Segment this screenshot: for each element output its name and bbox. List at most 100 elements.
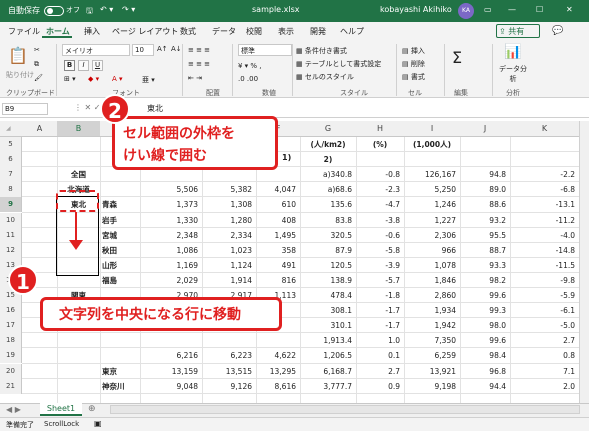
cell-k9[interactable]: -13.1 xyxy=(510,197,575,212)
font-name-select[interactable]: メイリオ xyxy=(62,44,130,56)
cell-h15[interactable]: -1.8 xyxy=(356,288,400,303)
cell-h12[interactable]: -5.8 xyxy=(356,243,400,258)
cell-j19[interactable]: 98.4 xyxy=(460,348,506,363)
format-cells-button[interactable]: ▤ 書式 xyxy=(402,72,425,82)
tab-page-layout[interactable]: ページ レイアウト xyxy=(112,26,178,37)
indent-icon[interactable]: ⇤ ⇥ xyxy=(188,74,202,82)
cell-g20[interactable]: 6,168.7 xyxy=(300,364,352,379)
cell-g13[interactable]: 120.5 xyxy=(300,258,352,273)
tab-view[interactable]: 表示 xyxy=(278,26,294,37)
tab-help[interactable]: ヘルプ xyxy=(340,26,364,37)
cell-h13[interactable]: -3.9 xyxy=(356,258,400,273)
cell-k10[interactable]: -11.2 xyxy=(510,213,575,228)
cell-i14[interactable]: 1,846 xyxy=(404,273,456,288)
cell-e11[interactable]: 2,334 xyxy=(202,228,252,243)
cell-f12[interactable]: 358 xyxy=(256,243,296,258)
cell-g5[interactable]: (人/km2) xyxy=(300,137,356,152)
number-format-select[interactable]: 標準 xyxy=(238,44,292,56)
format-painter-icon[interactable]: 🖌 xyxy=(34,74,43,82)
conditional-format-button[interactable]: ▦ 条件付き書式 xyxy=(296,46,347,56)
cell-g14[interactable]: 138.9 xyxy=(300,273,352,288)
share-button[interactable]: ⇪ 共有 xyxy=(496,24,540,38)
cell-g11[interactable]: 320.5 xyxy=(300,228,352,243)
cell-f8[interactable]: 4,047 xyxy=(256,182,296,197)
row-header[interactable]: 10 xyxy=(0,212,22,228)
shrink-font-icon[interactable]: A↓ xyxy=(171,45,182,53)
cell-j18[interactable]: 99.6 xyxy=(460,333,506,348)
cell-h16[interactable]: -1.7 xyxy=(356,303,400,318)
cell-d14[interactable]: 2,029 xyxy=(140,273,198,288)
avatar[interactable]: KA xyxy=(458,3,474,19)
cell-g17[interactable]: 310.1 xyxy=(300,318,352,333)
cell-k12[interactable]: -14.8 xyxy=(510,243,575,258)
cell-k20[interactable]: 7.1 xyxy=(510,364,575,379)
minimize-icon[interactable]: — xyxy=(508,5,516,14)
cell-h14[interactable]: -5.7 xyxy=(356,273,400,288)
phonetic-icon[interactable]: 亜 ▾ xyxy=(142,75,155,85)
cell-d9[interactable]: 1,373 xyxy=(140,197,198,212)
cell-g10[interactable]: 83.8 xyxy=(300,213,352,228)
row-header[interactable]: 21 xyxy=(0,378,22,394)
cell-i15[interactable]: 2,860 xyxy=(404,288,456,303)
tab-formulas[interactable]: 数式 xyxy=(180,26,196,37)
cell-f14[interactable]: 816 xyxy=(256,273,296,288)
cell-e8[interactable]: 5,382 xyxy=(202,182,252,197)
row-header[interactable]: 18 xyxy=(0,333,22,349)
cell-c9[interactable]: 青森 xyxy=(102,197,138,212)
cell-e12[interactable]: 1,023 xyxy=(202,243,252,258)
copy-icon[interactable]: ⧉ xyxy=(34,60,39,69)
cell-g19[interactable]: 1,206.5 xyxy=(300,348,352,363)
cell-f10[interactable]: 408 xyxy=(256,213,296,228)
cell-g8[interactable]: a)68.6 xyxy=(300,182,352,197)
underline-button[interactable]: U xyxy=(92,60,103,71)
cell-c10[interactable]: 岩手 xyxy=(102,213,138,228)
cell-j13[interactable]: 93.3 xyxy=(460,258,506,273)
cell-k7[interactable]: -2.2 xyxy=(510,167,575,182)
cell-h18[interactable]: 1.0 xyxy=(356,333,400,348)
cell-c14[interactable]: 福島 xyxy=(102,273,138,288)
font-color-icon[interactable]: A ▾ xyxy=(112,75,123,83)
cell-k15[interactable]: -5.9 xyxy=(510,288,575,303)
cell-g21[interactable]: 3,777.7 xyxy=(300,379,352,394)
cell-g9[interactable]: 135.6 xyxy=(300,197,352,212)
cell-e9[interactable]: 1,308 xyxy=(202,197,252,212)
accessibility-icon[interactable]: ▣ xyxy=(94,419,102,428)
cell-k17[interactable]: -5.0 xyxy=(510,318,575,333)
cell-f20[interactable]: 13,295 xyxy=(256,364,296,379)
cell-h19[interactable]: 0.1 xyxy=(356,348,400,363)
cell-i8[interactable]: 5,250 xyxy=(404,182,456,197)
cell-b7[interactable]: 全国 xyxy=(59,167,98,182)
cell-i20[interactable]: 13,921 xyxy=(404,364,456,379)
horizontal-scrollbar[interactable] xyxy=(110,405,580,414)
redo-icon[interactable]: ↷ ▾ xyxy=(122,5,135,14)
row-header[interactable]: 6 xyxy=(0,152,22,168)
cell-j12[interactable]: 88.7 xyxy=(460,243,506,258)
cell-k16[interactable]: -6.1 xyxy=(510,303,575,318)
cell-f21[interactable]: 8,616 xyxy=(256,379,296,394)
editing-icon[interactable]: Σ xyxy=(452,48,462,67)
cell-j17[interactable]: 98.0 xyxy=(460,318,506,333)
cell-j9[interactable]: 88.6 xyxy=(460,197,506,212)
cell-styles-button[interactable]: ▦ セルのスタイル xyxy=(296,72,354,82)
cell-i9[interactable]: 1,246 xyxy=(404,197,456,212)
cell-i5[interactable]: (1,000人) xyxy=(404,137,460,152)
cell-e13[interactable]: 1,124 xyxy=(202,258,252,273)
cell-g12[interactable]: 87.9 xyxy=(300,243,352,258)
cell-h11[interactable]: -0.6 xyxy=(356,228,400,243)
cell-j11[interactable]: 95.5 xyxy=(460,228,506,243)
delete-cells-button[interactable]: ▤ 削除 xyxy=(402,59,425,69)
data-analysis-label[interactable]: データ分析 xyxy=(498,64,528,84)
cell-g18[interactable]: 1,913.4 xyxy=(300,333,352,348)
row-header[interactable]: 20 xyxy=(0,363,22,379)
cell-h10[interactable]: -3.8 xyxy=(356,213,400,228)
cell-d19[interactable]: 6,216 xyxy=(140,348,198,363)
cell-j7[interactable]: 94.8 xyxy=(460,167,506,182)
cell-i18[interactable]: 7,350 xyxy=(404,333,456,348)
cell-g15[interactable]: 478.4 xyxy=(300,288,352,303)
cell-j16[interactable]: 99.3 xyxy=(460,303,506,318)
align-top-icon[interactable]: ≡ ≡ ≡ xyxy=(188,46,210,54)
cell-d13[interactable]: 1,169 xyxy=(140,258,198,273)
tab-data[interactable]: データ xyxy=(212,26,236,37)
cell-j14[interactable]: 98.2 xyxy=(460,273,506,288)
cell-d20[interactable]: 13,159 xyxy=(140,364,198,379)
